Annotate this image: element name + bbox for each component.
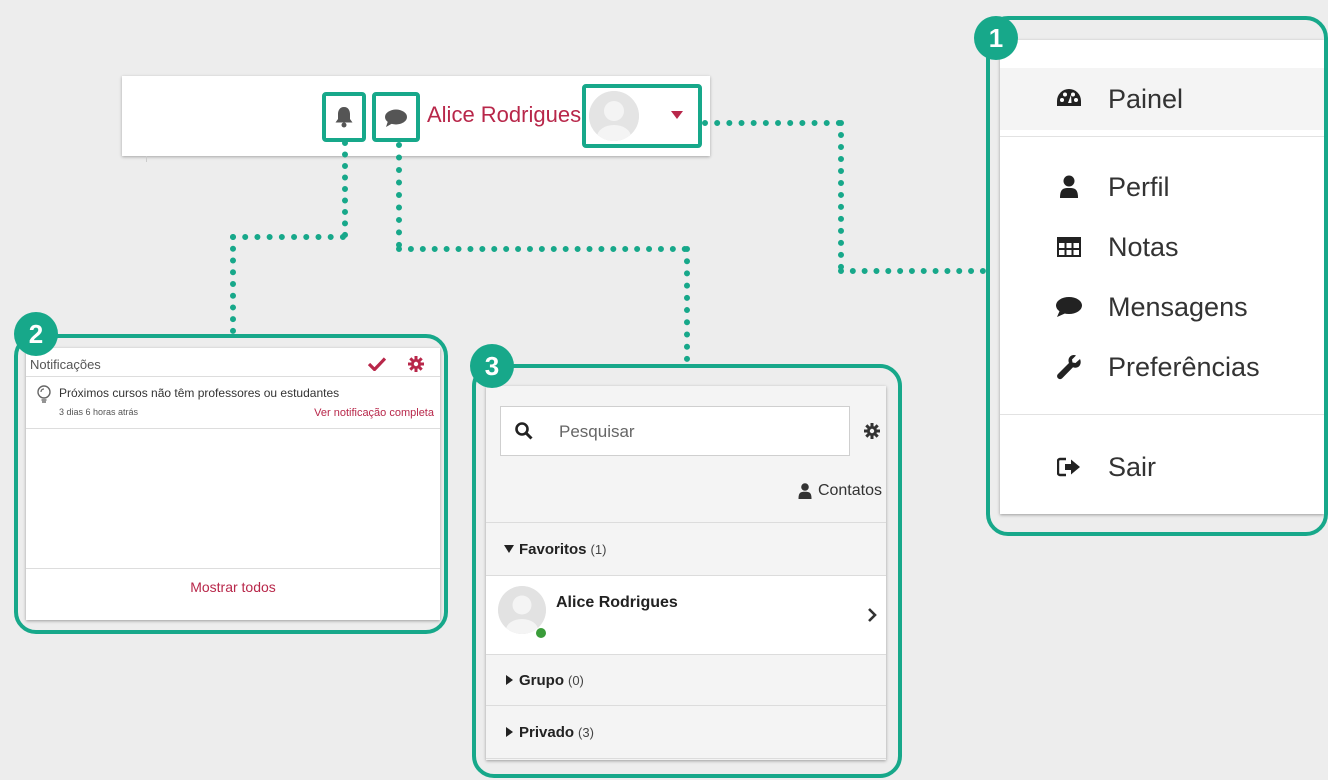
- highlight-frame: [14, 334, 448, 634]
- speech-bubble-icon: [385, 109, 407, 127]
- notifications-toggle[interactable]: [322, 92, 366, 142]
- connector-line: [230, 234, 346, 240]
- highlight-frame: [472, 364, 902, 778]
- connector-line: [396, 246, 688, 252]
- connector-line: [342, 140, 348, 238]
- highlight-frame: [986, 16, 1328, 536]
- step-badge: 1: [974, 16, 1018, 60]
- connector-line: [230, 234, 236, 334]
- connector-line: [702, 120, 842, 126]
- navbar-user-name[interactable]: Alice Rodrigues: [427, 102, 581, 128]
- messages-toggle[interactable]: [372, 92, 420, 142]
- step-badge: 3: [470, 344, 514, 388]
- connector-line: [396, 142, 402, 248]
- caret-down-icon: [671, 111, 683, 119]
- bell-icon: [335, 107, 353, 128]
- avatar: [589, 91, 639, 141]
- user-menu-toggle[interactable]: [582, 84, 702, 148]
- connector-line: [838, 120, 844, 270]
- connector-line: [684, 246, 690, 362]
- connector-line: [838, 268, 986, 274]
- step-badge: 2: [14, 312, 58, 356]
